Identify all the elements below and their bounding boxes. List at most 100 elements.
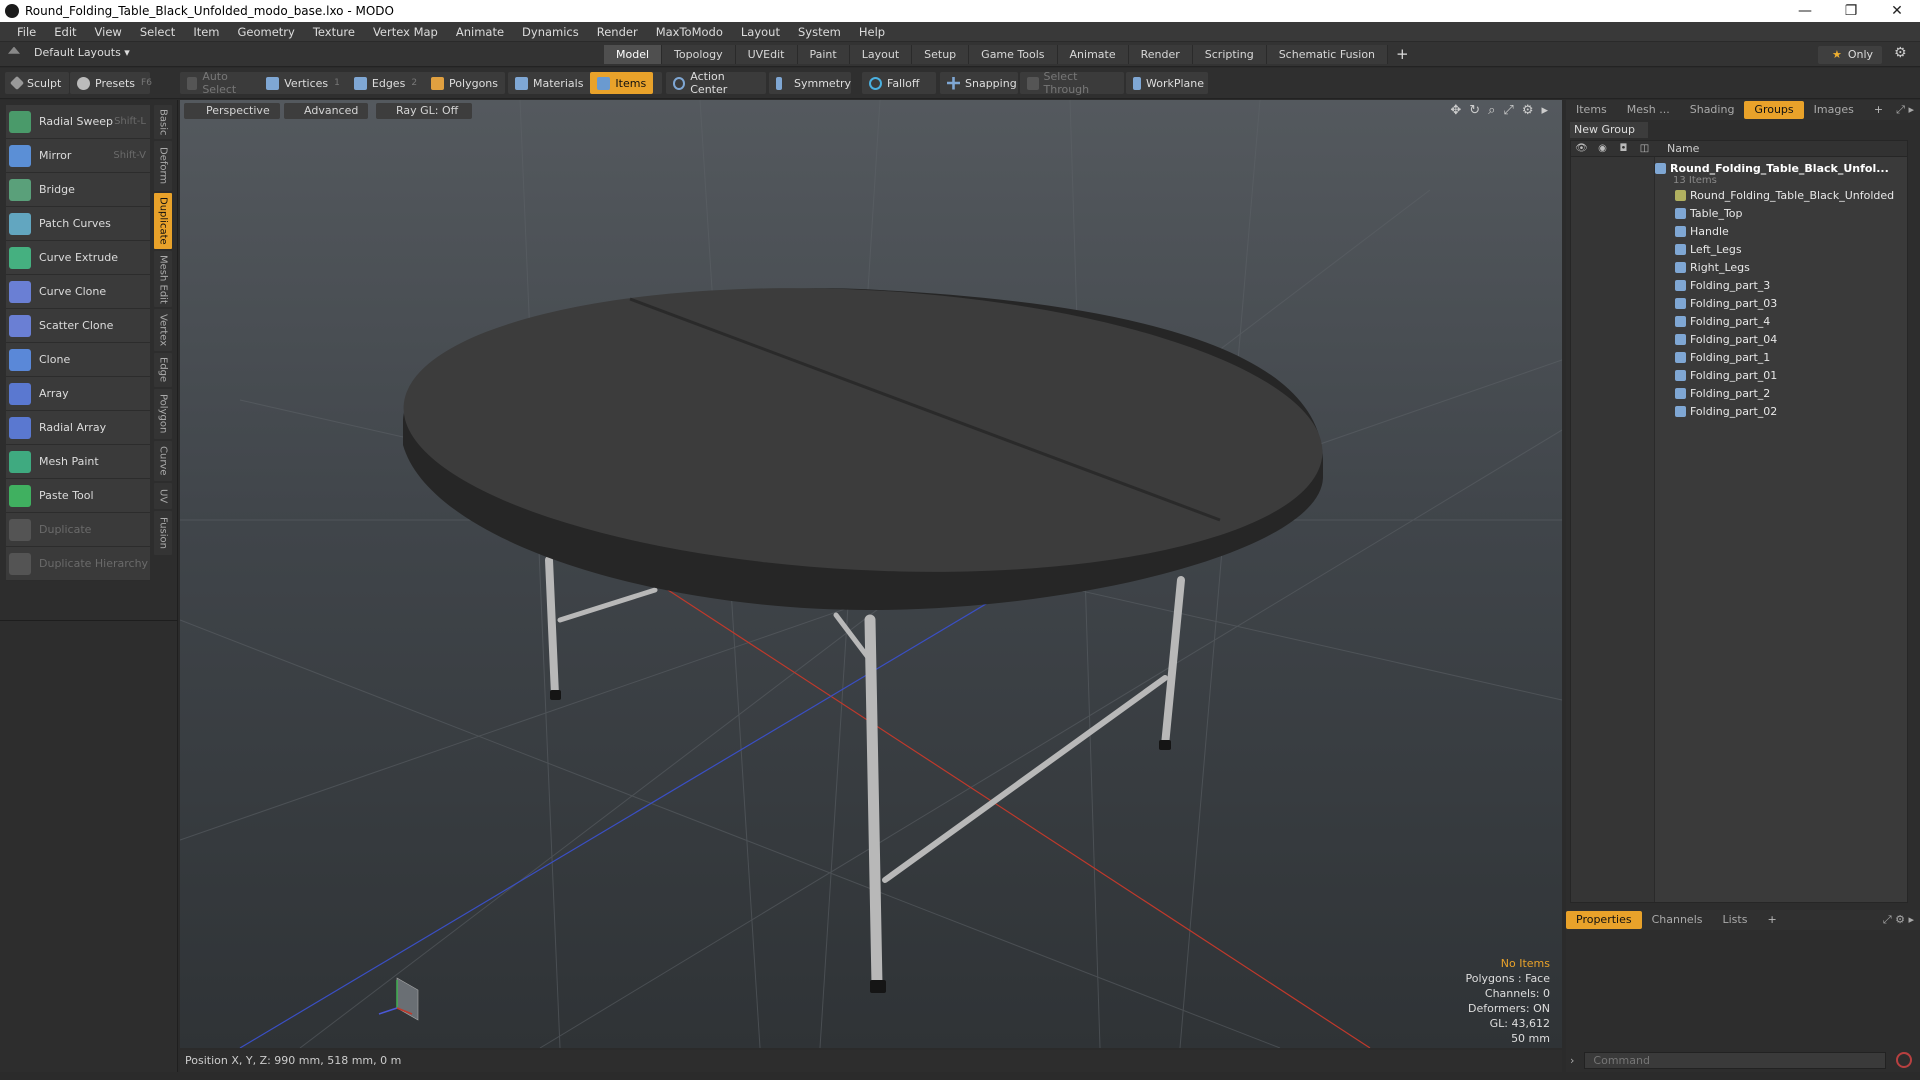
- command-record-icon[interactable]: [1896, 1052, 1913, 1068]
- raygl-button[interactable]: Ray GL: Off: [376, 103, 472, 119]
- bottom-panel-gear-icon[interactable]: ⤢ ⚙ ▸: [1883, 913, 1914, 927]
- tool-curve-extrude[interactable]: Curve Extrude: [6, 241, 150, 275]
- layout-selector[interactable]: Default Layouts ▾: [8, 46, 130, 59]
- panel-tab-groups[interactable]: Groups: [1744, 101, 1804, 119]
- side-tab-mesh-edit[interactable]: Mesh Edit: [154, 251, 172, 307]
- group-item-row[interactable]: Right_Legs: [1655, 258, 1907, 276]
- symmetry-button[interactable]: Symmetry: [769, 72, 851, 94]
- side-tab-duplicate[interactable]: Duplicate: [154, 193, 172, 249]
- menu-item[interactable]: Item: [184, 22, 228, 42]
- panel-tab-items[interactable]: Items: [1566, 101, 1617, 119]
- name-column-header[interactable]: Name: [1667, 142, 1699, 155]
- tool-scatter-clone[interactable]: Scatter Clone: [6, 309, 150, 343]
- layout-tab-scripting[interactable]: Scripting: [1192, 45, 1267, 64]
- side-tab-vertex[interactable]: Vertex: [154, 309, 172, 351]
- side-tab-edge[interactable]: Edge: [154, 353, 172, 387]
- layout-tab-paint[interactable]: Paint: [797, 45, 850, 64]
- side-tab-uv[interactable]: UV: [154, 483, 172, 509]
- command-input[interactable]: [1584, 1051, 1887, 1069]
- menu-view[interactable]: View: [86, 22, 131, 42]
- select-column-icon[interactable]: ◫: [1634, 143, 1655, 154]
- 3d-viewport[interactable]: Perspective Advanced Ray GL: Off ✥ ↻ ⌕ ⤢…: [180, 100, 1562, 1048]
- viewport-menu-arrow-icon[interactable]: ▸: [1541, 103, 1548, 118]
- layout-tab-uvedit[interactable]: UVEdit: [735, 45, 798, 64]
- render-column-icon[interactable]: ◉: [1592, 143, 1613, 154]
- menu-select[interactable]: Select: [131, 22, 184, 42]
- group-item-row[interactable]: Folding_part_01: [1655, 366, 1907, 384]
- restore-button[interactable]: ❐: [1828, 0, 1874, 22]
- layout-tab-render[interactable]: Render: [1128, 45, 1193, 64]
- menu-texture[interactable]: Texture: [304, 22, 364, 42]
- tool-radial-array[interactable]: Radial Array: [6, 411, 150, 445]
- layout-tab-animate[interactable]: Animate: [1057, 45, 1129, 64]
- items-button[interactable]: Items: [590, 72, 654, 94]
- falloff-button[interactable]: Falloff: [862, 72, 936, 94]
- tool-duplicate-hierarchy[interactable]: Duplicate Hierarchy: [6, 547, 150, 581]
- menu-dynamics[interactable]: Dynamics: [513, 22, 588, 42]
- tool-clone[interactable]: Clone: [6, 343, 150, 377]
- group-item-row[interactable]: Folding_part_03: [1655, 294, 1907, 312]
- layout-tab-model[interactable]: Model: [604, 45, 663, 64]
- menu-system[interactable]: System: [789, 22, 850, 42]
- menu-edit[interactable]: Edit: [45, 22, 85, 42]
- gear-icon[interactable]: ⚙: [1894, 45, 1907, 61]
- side-tab-deform[interactable]: Deform: [154, 141, 172, 191]
- menu-render[interactable]: Render: [588, 22, 647, 42]
- fit-icon[interactable]: ⤢: [1503, 103, 1513, 118]
- tool-duplicate[interactable]: Duplicate: [6, 513, 150, 547]
- tool-bridge[interactable]: Bridge: [6, 173, 150, 207]
- menu-layout[interactable]: Layout: [732, 22, 789, 42]
- tool-paste-tool[interactable]: Paste Tool: [6, 479, 150, 513]
- menu-file[interactable]: File: [8, 22, 45, 42]
- group-item-row[interactable]: Handle: [1655, 222, 1907, 240]
- panel-tab-images[interactable]: Images: [1804, 101, 1864, 119]
- layout-tab-setup[interactable]: Setup: [912, 45, 970, 64]
- group-item-row[interactable]: Folding_part_02: [1655, 402, 1907, 420]
- expand-panel-icon[interactable]: ⤢ ▸: [1896, 103, 1914, 117]
- menu-animate[interactable]: Animate: [447, 22, 513, 42]
- rotate-icon[interactable]: ↻: [1469, 103, 1480, 118]
- snapping-button[interactable]: Snapping: [940, 72, 1018, 94]
- zoom-icon[interactable]: ⌕: [1488, 103, 1495, 118]
- side-tab-curve[interactable]: Curve: [154, 441, 172, 481]
- visibility-column-icon[interactable]: 👁: [1571, 143, 1592, 154]
- panel-tab-properties[interactable]: Properties: [1566, 911, 1642, 929]
- viewport-gear-icon[interactable]: ⚙: [1522, 103, 1534, 118]
- minimize-button[interactable]: —: [1782, 0, 1828, 22]
- add-panel-tab-button[interactable]: +: [1864, 101, 1893, 119]
- menu-geometry[interactable]: Geometry: [229, 22, 304, 42]
- presets-button[interactable]: Presets F6: [70, 72, 152, 94]
- advanced-button[interactable]: Advanced: [284, 103, 368, 119]
- auto-select-button[interactable]: Auto Select: [180, 70, 259, 96]
- layout-tab-game-tools[interactable]: Game Tools: [969, 45, 1058, 64]
- new-group-button[interactable]: New Group: [1570, 122, 1648, 138]
- add-bottom-tab-button[interactable]: +: [1757, 911, 1786, 929]
- sculpt-button[interactable]: Sculpt: [5, 72, 69, 94]
- materials-button[interactable]: Materials: [508, 72, 590, 94]
- group-item-row[interactable]: Table_Top: [1655, 204, 1907, 222]
- select-through-button[interactable]: Select Through: [1020, 70, 1124, 96]
- action-center-button[interactable]: Action Center: [666, 70, 766, 96]
- layout-tab-schematic-fusion[interactable]: Schematic Fusion: [1266, 45, 1389, 64]
- panel-tab-shading[interactable]: Shading: [1680, 101, 1745, 119]
- side-tab-basic[interactable]: Basic: [154, 105, 172, 139]
- group-item-row[interactable]: Folding_part_3: [1655, 276, 1907, 294]
- perspective-button[interactable]: Perspective: [184, 103, 280, 119]
- side-tab-fusion[interactable]: Fusion: [154, 511, 172, 555]
- tool-array[interactable]: Array: [6, 377, 150, 411]
- tool-patch-curves[interactable]: Patch Curves: [6, 207, 150, 241]
- pan-icon[interactable]: ✥: [1450, 103, 1461, 118]
- layout-tab-topology[interactable]: Topology: [662, 45, 736, 64]
- only-button[interactable]: ★ Only: [1818, 46, 1882, 64]
- vertices-button[interactable]: Vertices 1: [259, 72, 347, 94]
- group-item-row[interactable]: Folding_part_1: [1655, 348, 1907, 366]
- panel-tab-channels[interactable]: Channels: [1642, 911, 1713, 929]
- tool-radial-sweep[interactable]: Radial Sweep Shift-L: [6, 105, 150, 139]
- edges-button[interactable]: Edges 2: [347, 72, 424, 94]
- side-tab-polygon[interactable]: Polygon: [154, 389, 172, 439]
- panel-tab-mesh[interactable]: Mesh ...: [1617, 101, 1680, 119]
- group-item-row[interactable]: Left_Legs: [1655, 240, 1907, 258]
- menu-vertex-map[interactable]: Vertex Map: [364, 22, 447, 42]
- panel-tab-lists[interactable]: Lists: [1713, 911, 1758, 929]
- menu-help[interactable]: Help: [850, 22, 894, 42]
